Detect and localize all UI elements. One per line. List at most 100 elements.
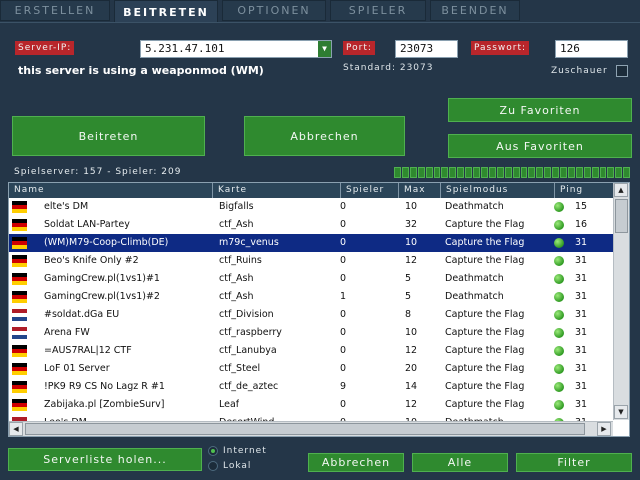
cell-max: 10 bbox=[405, 201, 418, 212]
table-row[interactable]: #soldat.dGa EU ctf_Division 0 8 Capture the … bbox=[9, 306, 613, 324]
table-row[interactable]: elte's DM Bigfalls 0 10 Deathmatch 15 bbox=[9, 198, 613, 216]
cell-mode: Deathmatch bbox=[445, 291, 504, 302]
cell-max: 32 bbox=[405, 219, 418, 230]
scroll-up-icon[interactable]: ▲ bbox=[614, 183, 628, 197]
radio-local-label: Lokal bbox=[223, 461, 252, 471]
table-row[interactable]: Beo's Knife Only #2 ctf_Ruins 0 12 Capture t… bbox=[9, 252, 613, 270]
cell-map: Leaf bbox=[219, 399, 240, 410]
cell-max: 12 bbox=[405, 399, 418, 410]
cell-players: 9 bbox=[340, 381, 347, 392]
fetch-serverlist-button[interactable]: Serverliste holen... bbox=[8, 448, 202, 471]
cell-mode: Capture the Flag bbox=[445, 399, 525, 410]
ping-status-icon bbox=[554, 382, 564, 392]
table-row[interactable]: !PK9 R9 CS No Lagz R #1 ctf_de_aztec 9 14 Ca… bbox=[9, 378, 613, 396]
cell-players: 0 bbox=[340, 255, 347, 266]
country-flag-icon bbox=[12, 399, 27, 411]
column-map[interactable]: Karte bbox=[213, 183, 341, 198]
cell-players: 0 bbox=[340, 201, 347, 212]
cell-ping: 31 bbox=[575, 327, 588, 338]
cell-name: (WM)M79-Coop-Climb(DE) bbox=[44, 237, 169, 248]
server-ip-value: 5.231.47.101 bbox=[145, 42, 225, 55]
cell-ping: 31 bbox=[575, 381, 588, 392]
country-flag-icon bbox=[12, 219, 27, 231]
ping-status-icon bbox=[554, 202, 564, 212]
join-button[interactable]: Beitreten bbox=[12, 116, 205, 156]
vertical-scrollbar[interactable]: ▲ ▼ bbox=[613, 183, 629, 420]
password-input[interactable]: 126 bbox=[555, 40, 628, 58]
table-row[interactable]: Zabijaka.pl [ZombieSurv] Leaf 0 12 Capture t… bbox=[9, 396, 613, 414]
column-ping[interactable]: Ping bbox=[555, 183, 613, 198]
cancel-fetch-button[interactable]: Abbrechen bbox=[308, 453, 404, 472]
tab-bar: Erstellen Beitreten Optionen Spieler Bee… bbox=[0, 0, 640, 23]
tab-beenden[interactable]: Beenden bbox=[430, 0, 520, 21]
scroll-left-icon[interactable]: ◀ bbox=[9, 422, 23, 436]
scroll-down-icon[interactable]: ▼ bbox=[614, 405, 628, 419]
cell-name: Beo's Knife Only #2 bbox=[44, 255, 139, 266]
cell-ping: 31 bbox=[575, 363, 588, 374]
column-name[interactable]: Name bbox=[9, 183, 213, 198]
cell-mode: Capture the Flag bbox=[445, 219, 525, 230]
cell-max: 12 bbox=[405, 345, 418, 356]
table-row[interactable]: GamingCrew.pl(1vs1)#2 ctf_Ash 1 5 Deathmatch… bbox=[9, 288, 613, 306]
scroll-right-icon[interactable]: ▶ bbox=[597, 422, 611, 436]
remove-favorites-button[interactable]: Aus Favoriten bbox=[448, 134, 632, 158]
cell-players: 0 bbox=[340, 219, 347, 230]
chevron-down-icon[interactable]: ▼ bbox=[318, 41, 331, 57]
cell-max: 20 bbox=[405, 363, 418, 374]
cell-max: 10 bbox=[405, 237, 418, 248]
cell-ping: 31 bbox=[575, 255, 588, 266]
cell-name: !PK9 R9 CS No Lagz R #1 bbox=[44, 381, 165, 392]
cell-name: LoF 01 Server bbox=[44, 363, 110, 374]
tab-erstellen[interactable]: Erstellen bbox=[0, 0, 110, 21]
radio-internet-label: Internet bbox=[223, 446, 267, 456]
cell-name: Soldat LAN-Partey bbox=[44, 219, 130, 230]
cell-name: Zabijaka.pl [ZombieSurv] bbox=[44, 399, 165, 410]
ping-status-icon bbox=[554, 238, 564, 248]
column-max[interactable]: Max bbox=[399, 183, 441, 198]
cancel-button[interactable]: Abbrechen bbox=[244, 116, 405, 156]
add-favorites-button[interactable]: Zu Favoriten bbox=[448, 98, 632, 122]
cell-map: ctf_Ash bbox=[219, 273, 254, 284]
cell-name: Arena FW bbox=[44, 327, 90, 338]
table-row[interactable]: GamingCrew.pl(1vs1)#1 ctf_Ash 0 5 Deathmatch… bbox=[9, 270, 613, 288]
spectator-checkbox[interactable] bbox=[616, 65, 628, 77]
cell-mode: Capture the Flag bbox=[445, 309, 525, 320]
country-flag-icon bbox=[12, 345, 27, 357]
radio-internet[interactable] bbox=[208, 446, 218, 456]
country-flag-icon bbox=[12, 327, 27, 339]
horizontal-scrollbar[interactable]: ◀ ▶ bbox=[9, 421, 613, 436]
tab-divider bbox=[0, 22, 640, 23]
cell-ping: 31 bbox=[575, 237, 588, 248]
tab-optionen[interactable]: Optionen bbox=[222, 0, 326, 21]
scroll-thumb[interactable] bbox=[615, 199, 628, 233]
table-row[interactable]: =AUS7RAL|12 CTF ctf_Lanubya 0 12 Capture the… bbox=[9, 342, 613, 360]
port-input[interactable]: 23073 bbox=[395, 40, 458, 58]
cell-mode: Capture the Flag bbox=[445, 237, 525, 248]
radio-local[interactable] bbox=[208, 461, 218, 471]
table-row[interactable]: LoF 01 Server ctf_Steel 0 20 Capture the Fla… bbox=[9, 360, 613, 378]
cell-players: 0 bbox=[340, 327, 347, 338]
spectator-label: Zuschauer bbox=[551, 66, 608, 76]
cell-map: ctf_de_aztec bbox=[219, 381, 279, 392]
tab-beitreten[interactable]: Beitreten bbox=[114, 0, 218, 23]
all-button[interactable]: Alle bbox=[412, 453, 508, 472]
cell-map: ctf_raspberry bbox=[219, 327, 282, 338]
cell-map: ctf_Division bbox=[219, 309, 274, 320]
cell-mode: Capture the Flag bbox=[445, 381, 525, 392]
horizontal-scroll-thumb[interactable] bbox=[25, 423, 585, 435]
tab-spieler[interactable]: Spieler bbox=[330, 0, 426, 21]
cell-name: #soldat.dGa EU bbox=[44, 309, 120, 320]
cell-ping: 15 bbox=[575, 201, 588, 212]
column-mode[interactable]: Spielmodus bbox=[441, 183, 555, 198]
cell-mode: Capture the Flag bbox=[445, 345, 525, 356]
column-players[interactable]: Spieler bbox=[341, 183, 399, 198]
cell-ping: 31 bbox=[575, 273, 588, 284]
table-row[interactable]: (WM)M79-Coop-Climb(DE) m79c_venus 0 10 Captu… bbox=[9, 233, 614, 253]
cell-name: GamingCrew.pl(1vs1)#2 bbox=[44, 291, 160, 302]
table-row[interactable]: Soldat LAN-Partey ctf_Ash 0 32 Capture the F… bbox=[9, 216, 613, 234]
server-list[interactable]: Name Karte Spieler Max Spielmodus Ping e… bbox=[8, 182, 630, 437]
standard-port-text: Standard: 23073 bbox=[343, 63, 434, 73]
server-ip-dropdown[interactable]: 5.231.47.101 ▼ bbox=[140, 40, 332, 58]
table-row[interactable]: Arena FW ctf_raspberry 0 10 Capture the Flag… bbox=[9, 324, 613, 342]
filter-button[interactable]: Filter bbox=[516, 453, 632, 472]
